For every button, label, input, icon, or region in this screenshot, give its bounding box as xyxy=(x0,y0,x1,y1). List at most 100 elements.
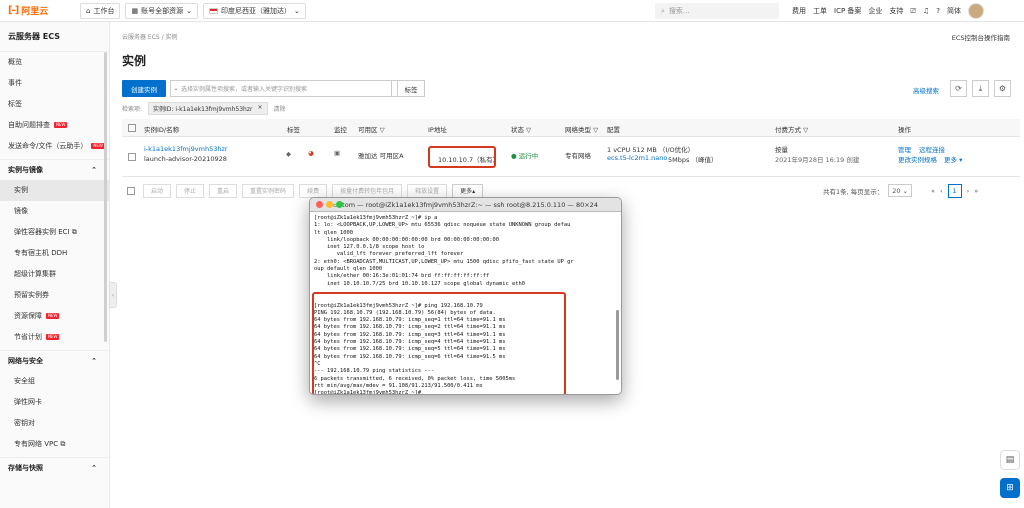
help-icon[interactable]: ? xyxy=(936,7,940,15)
sidebar-item-ddh[interactable]: 专有宿主机 DDH xyxy=(0,243,109,264)
th-status[interactable]: 状态 ▽ xyxy=(511,124,531,134)
config-bandwidth: 5Mbps （峰值） xyxy=(668,156,718,164)
minimize-window-icon[interactable] xyxy=(326,201,333,208)
filter-clear-link[interactable]: 清除 xyxy=(274,104,286,113)
more-button[interactable]: 更多▴ xyxy=(452,183,484,198)
aliyun-logo[interactable]: [-] 阿里云 xyxy=(8,4,80,17)
download-icon[interactable]: ⤓ xyxy=(972,80,989,97)
first-page-icon[interactable]: « xyxy=(931,187,935,195)
th-zone[interactable]: 可用区 ▽ xyxy=(358,124,385,134)
advanced-search-link[interactable]: 高级搜索 xyxy=(913,85,939,95)
maximize-window-icon[interactable] xyxy=(336,201,343,208)
manage-link[interactable]: 管理 xyxy=(898,144,911,154)
terminal-line: 1: lo: <LOOPBACK,UP,LOWER_UP> mtu 65536 … xyxy=(314,222,571,229)
sidebar-item-images[interactable]: 镜像 xyxy=(0,201,109,222)
terminal-scrollbar[interactable] xyxy=(616,310,619,380)
terminal-titlebar[interactable]: ▭ tom — root@iZk1a1ek13fmj9vmh53hzrZ:~ —… xyxy=(310,198,621,212)
bell-icon[interactable]: ♫ xyxy=(923,7,929,15)
sidebar-item-tags[interactable]: 标签 xyxy=(0,94,109,115)
sidebar-item-troubleshoot[interactable]: 自助问题排查 NEW xyxy=(0,115,109,136)
terminal-line: link/ether 00:16:3e:01:01:74 brd ff:ff:f… xyxy=(314,273,490,280)
search-input[interactable]: ⌄ 选择实例属性项搜索，或者输入关键字识别搜索 xyxy=(170,80,392,97)
link-support[interactable]: 支持 xyxy=(889,6,903,16)
sidebar-group-instances-images[interactable]: 实例与镜像 ⌃ xyxy=(0,159,109,180)
workbench-button[interactable]: ⌂ 工作台 xyxy=(80,2,121,19)
sidebar-item-eci[interactable]: 弹性容器实例 ECI ⧉ xyxy=(0,222,109,243)
tag-filter-button[interactable]: 标签 xyxy=(397,80,425,97)
start-button[interactable]: 启动 xyxy=(143,183,172,198)
config-spec-link[interactable]: ecs.t5-lc2m1.nano xyxy=(607,154,667,162)
refresh-icon[interactable]: ⟳ xyxy=(950,80,967,97)
gear-icon[interactable]: ⚙ xyxy=(994,80,1011,97)
search-placeholder: 搜索... xyxy=(668,7,690,15)
sidebar-group-network-security[interactable]: 网络与安全 ⌃ xyxy=(0,350,109,371)
avatar[interactable] xyxy=(968,3,985,19)
billing-type: 按量 xyxy=(775,146,788,154)
screen-icon[interactable]: ⎚ xyxy=(910,7,916,16)
more-actions-link[interactable]: 更多 ▾ xyxy=(944,154,962,164)
tag-icon[interactable]: ◆ xyxy=(286,150,291,158)
close-icon: × xyxy=(257,103,263,111)
link-billing[interactable]: 费用 xyxy=(792,6,806,16)
sidebar-item-supercomputing[interactable]: 超级计算集群 xyxy=(0,264,109,285)
page-size-select[interactable]: 20 ⌄ xyxy=(888,184,913,197)
sidebar-item-eni[interactable]: 弹性网卡 xyxy=(0,392,109,413)
remote-connect-link[interactable]: 远程连接 xyxy=(919,144,945,154)
global-search[interactable]: ⌕ 搜索... xyxy=(655,3,779,19)
table-row: i-k1a1ek13fmj9vmh53hzr launch-advisor-20… xyxy=(122,137,1020,177)
select-all-checkbox[interactable] xyxy=(128,124,136,132)
chevron-down-icon[interactable]: ⌄ xyxy=(171,85,181,92)
prev-page-icon[interactable]: ‹ xyxy=(940,187,943,195)
monitor-icon[interactable]: ▣ xyxy=(334,149,340,157)
sidebar-item-events[interactable]: 事件 xyxy=(0,73,109,94)
sidebar-item-overview[interactable]: 概览 xyxy=(0,52,109,73)
link-enterprise[interactable]: 企业 xyxy=(868,6,882,16)
region-selector[interactable]: 印度尼西亚（雅加达） ⌄ xyxy=(202,2,306,19)
sidebar-item-vpc[interactable]: 专有网络 VPC ⧉ xyxy=(0,434,109,455)
breadcrumb[interactable]: 云服务器 ECS / 实例 xyxy=(122,32,178,41)
release-settings-button[interactable]: 释放设置 xyxy=(407,183,448,198)
sidebar-item-instances[interactable]: 实例 xyxy=(0,180,109,201)
guide-link[interactable]: ECS控制台操作指南 xyxy=(952,32,1010,42)
th-billing[interactable]: 付费方式 ▽ xyxy=(775,124,808,134)
pie-icon[interactable]: ◕ xyxy=(308,149,314,157)
restart-button[interactable]: 重启 xyxy=(209,183,238,198)
link-tickets[interactable]: 工单 xyxy=(813,6,827,16)
terminal-line: 2: eth0: <BROADCAST,MULTICAST,UP,LOWER_U… xyxy=(314,258,574,265)
sidebar-group-storage[interactable]: 存储与快照 ⌃ xyxy=(0,457,109,478)
filter-chip[interactable]: 实例ID: i-k1a1ek13fmj9vmh53hzr × xyxy=(148,101,268,115)
apps-icon[interactable]: ⊞ xyxy=(1000,478,1020,498)
sidebar-scrollbar[interactable] xyxy=(104,52,107,342)
row-checkbox[interactable] xyxy=(128,153,136,161)
create-instance-button[interactable]: 创建实例 xyxy=(122,80,166,97)
last-page-icon[interactable]: » xyxy=(974,187,978,195)
terminal-title: tom — root@iZk1a1ek13fmj9vmh53hzrZ:~ — s… xyxy=(342,200,598,209)
reset-password-button[interactable]: 重置实例密码 xyxy=(242,183,295,198)
stop-button[interactable]: 停止 xyxy=(176,183,205,198)
page-number-current[interactable]: 1 xyxy=(947,183,962,198)
convert-billing-button[interactable]: 按量付费转包年包月 xyxy=(332,183,403,198)
sidebar-item-resource-guarantee[interactable]: 资源保障 NEW xyxy=(0,306,109,327)
sidebar-item-savings-plan[interactable]: 节省计划 NEW xyxy=(0,327,109,348)
change-spec-link[interactable]: 更改实例规格 xyxy=(898,154,937,164)
th-instance[interactable]: 实例ID/名称 xyxy=(144,124,179,134)
sidebar-item-keypair[interactable]: 密钥对 xyxy=(0,413,109,434)
instance-id-link[interactable]: i-k1a1ek13fmj9vmh53hzr xyxy=(144,145,228,153)
link-icp[interactable]: ICP 备案 xyxy=(834,6,861,16)
close-window-icon[interactable] xyxy=(316,201,323,208)
account-selector[interactable]: ▦ 账号全部资源 ⌄ xyxy=(125,2,198,19)
search-placeholder: 选择实例属性项搜索，或者输入关键字识别搜索 xyxy=(181,86,308,93)
th-network[interactable]: 网络类型 ▽ xyxy=(565,124,598,134)
terminal-window[interactable]: ▭ tom — root@iZk1a1ek13fmj9vmh53hzrZ:~ —… xyxy=(309,197,622,395)
next-page-icon[interactable]: › xyxy=(967,187,970,195)
language-label[interactable]: 简体 xyxy=(947,6,961,16)
renew-button[interactable]: 续费 xyxy=(299,183,328,198)
search-icon: ⌕ xyxy=(661,6,665,15)
sidebar-item-cloud-assistant[interactable]: 发送命令/文件（云助手） NEW xyxy=(0,136,109,157)
new-badge: NEW xyxy=(46,334,60,340)
sidebar-item-security-group[interactable]: 安全组 xyxy=(0,371,109,392)
status-badge: ● 运行中 xyxy=(511,152,539,160)
sidebar-item-reserved[interactable]: 预留实例券 xyxy=(0,285,109,306)
bulk-select-checkbox[interactable] xyxy=(127,186,135,195)
chat-icon[interactable]: ▤ xyxy=(1000,450,1020,470)
